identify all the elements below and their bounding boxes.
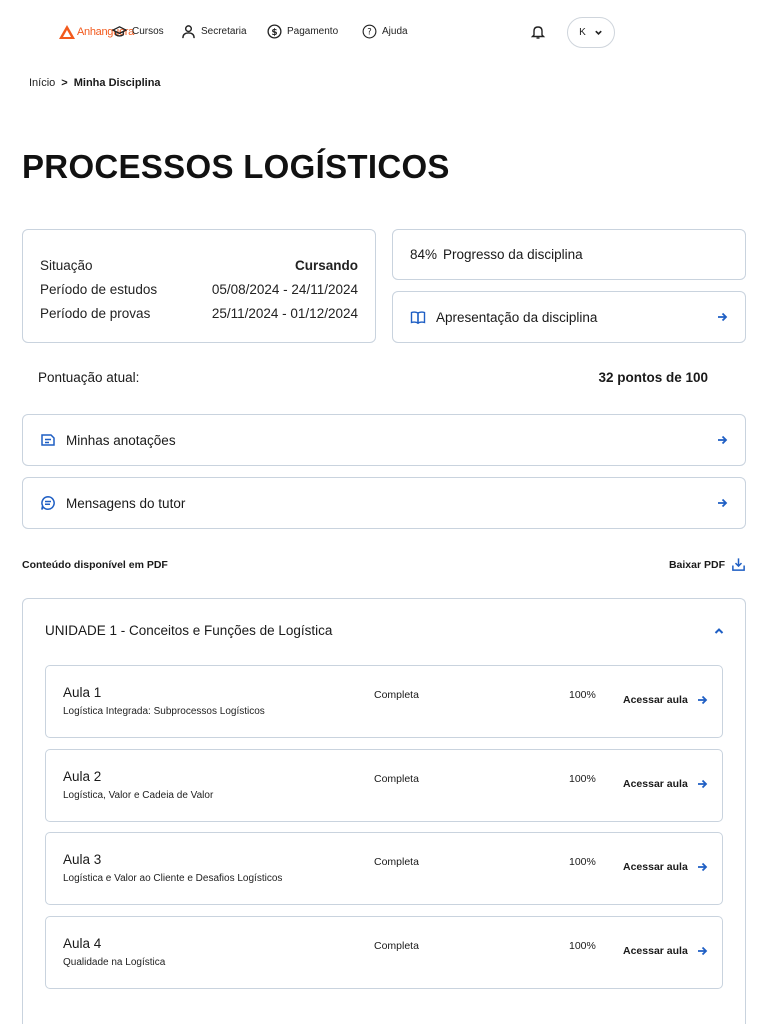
access-lesson-label: Acessar aula <box>623 861 688 873</box>
lesson-status: Completa <box>374 689 419 701</box>
anotacoes-button[interactable]: Minhas anotações <box>22 414 746 466</box>
info-row-situacao: Situação Cursando <box>40 254 358 278</box>
access-lesson-button[interactable]: Acessar aula <box>623 778 708 790</box>
apresentacao-label: Apresentação da disciplina <box>436 309 598 325</box>
unit-header[interactable]: UNIDADE 1 - Conceitos e Funções de Logís… <box>45 623 725 638</box>
chat-icon <box>41 496 55 510</box>
chevron-down-icon <box>595 30 602 35</box>
anotacoes-label: Minhas anotações <box>66 432 176 448</box>
info-value: 25/11/2024 - 01/12/2024 <box>211 306 358 321</box>
book-icon <box>410 311 426 325</box>
breadcrumb: Início > Minha Disciplina <box>29 77 161 89</box>
lesson-subtitle: Logística, Valor e Cadeia de Valor <box>63 790 214 801</box>
nav-pagamento[interactable]: $ Pagamento <box>267 24 338 39</box>
nav-secretaria[interactable]: Secretaria <box>181 24 247 39</box>
top-navigation: Anhanguera Cursos Secretaria $ Pagamento… <box>0 0 768 64</box>
info-row-periodo-provas: Período de provas 25/11/2024 - 01/12/202… <box>40 302 358 326</box>
access-lesson-button[interactable]: Acessar aula <box>623 861 708 873</box>
score-row: Pontuação atual: 32 pontos de 100 <box>38 370 708 385</box>
person-icon <box>182 25 195 39</box>
nav-label-pagamento: Pagamento <box>287 26 339 37</box>
lesson-percent: 100% <box>569 773 596 785</box>
arrow-right-icon <box>718 498 728 508</box>
info-value: 05/08/2024 - 24/11/2024 <box>211 282 358 297</box>
download-icon <box>732 558 745 571</box>
lesson-title: Aula 1 <box>63 685 102 700</box>
unit-title: UNIDADE 1 - Conceitos e Funções de Logís… <box>45 623 333 638</box>
lesson-subtitle: Logística Integrada: Subprocessos Logíst… <box>63 706 265 717</box>
arrow-right-icon <box>697 862 708 872</box>
apresentacao-button[interactable]: Apresentação da disciplina <box>392 291 746 343</box>
lesson-card: Aula 4 Qualidade na Logística Completa 1… <box>45 916 723 989</box>
lesson-percent: 100% <box>569 940 596 952</box>
unit-accordion: UNIDADE 1 - Conceitos e Funções de Logís… <box>22 598 746 1024</box>
info-row-periodo-estudos: Período de estudos 05/08/2024 - 24/11/20… <box>40 278 358 302</box>
lesson-card: Aula 3 Logística e Valor ao Cliente e De… <box>45 832 723 905</box>
help-icon: ? <box>362 24 377 39</box>
lesson-status: Completa <box>374 940 419 952</box>
mensagens-button[interactable]: Mensagens do tutor <box>22 477 746 529</box>
arrow-right-icon <box>697 946 708 956</box>
access-lesson-label: Acessar aula <box>623 694 688 706</box>
avatar-initial: K <box>579 27 586 38</box>
lesson-card: Aula 1 Logística Integrada: Subprocessos… <box>45 665 723 738</box>
lesson-subtitle: Qualidade na Logística <box>63 957 166 968</box>
nav-cursos[interactable]: Cursos <box>112 24 164 39</box>
access-lesson-button[interactable]: Acessar aula <box>623 945 708 957</box>
info-value: Cursando <box>294 258 358 273</box>
access-lesson-label: Acessar aula <box>623 945 688 957</box>
progress-percent: 84% <box>410 247 438 262</box>
breadcrumb-current: Minha Disciplina <box>73 77 161 89</box>
download-pdf-button[interactable]: Baixar PDF <box>669 557 746 572</box>
breadcrumb-home[interactable]: Início <box>29 77 55 89</box>
arrow-right-icon <box>697 779 708 789</box>
nav-label-cursos: Cursos <box>132 26 164 37</box>
user-menu-button[interactable]: K <box>567 17 615 48</box>
access-lesson-button[interactable]: Acessar aula <box>623 694 708 706</box>
nav-label-ajuda: Ajuda <box>382 26 408 37</box>
nav-ajuda[interactable]: ? Ajuda <box>362 24 408 39</box>
lesson-percent: 100% <box>569 856 596 868</box>
info-label: Período de provas <box>40 306 151 321</box>
info-label: Situação <box>40 258 93 273</box>
arrow-right-icon <box>718 435 728 445</box>
chevron-up-icon <box>714 627 724 634</box>
notes-icon <box>41 434 55 446</box>
nav-label-secretaria: Secretaria <box>201 26 247 37</box>
lesson-title: Aula 2 <box>63 769 102 784</box>
page-title: PROCESSOS LOGÍSTICOS <box>22 148 450 185</box>
info-label: Período de estudos <box>40 282 158 297</box>
dollar-icon: $ <box>267 24 282 39</box>
svg-text:$: $ <box>271 28 277 38</box>
pdf-label: Conteúdo disponível em PDF <box>22 558 168 571</box>
lesson-title: Aula 3 <box>63 852 102 867</box>
access-lesson-label: Acessar aula <box>623 778 688 790</box>
pdf-row: Conteúdo disponível em PDF Baixar PDF <box>22 557 746 572</box>
score-value: 32 pontos de 100 <box>598 370 708 385</box>
score-label: Pontuação atual: <box>38 370 140 385</box>
svg-text:?: ? <box>367 27 371 37</box>
lesson-status: Completa <box>374 856 419 868</box>
progress-card: 84% Progresso da disciplina <box>392 229 746 280</box>
download-pdf-label: Baixar PDF <box>668 558 725 571</box>
course-info-card: Situação Cursando Período de estudos 05/… <box>22 229 376 343</box>
arrow-right-icon <box>718 312 728 322</box>
arrow-right-icon <box>697 695 708 705</box>
lesson-subtitle: Logística e Valor ao Cliente e Desafios … <box>63 873 283 884</box>
lesson-percent: 100% <box>569 689 596 701</box>
lesson-status: Completa <box>374 773 419 785</box>
logo-icon <box>59 25 75 39</box>
graduation-cap-icon <box>112 26 127 37</box>
lesson-card: Aula 2 Logística, Valor e Cadeia de Valo… <box>45 749 723 822</box>
mensagens-label: Mensagens do tutor <box>66 495 186 511</box>
progress-label: Progresso da disciplina <box>443 247 583 262</box>
lesson-title: Aula 4 <box>63 936 102 951</box>
bell-icon[interactable] <box>530 24 546 40</box>
breadcrumb-separator: > <box>61 77 68 89</box>
